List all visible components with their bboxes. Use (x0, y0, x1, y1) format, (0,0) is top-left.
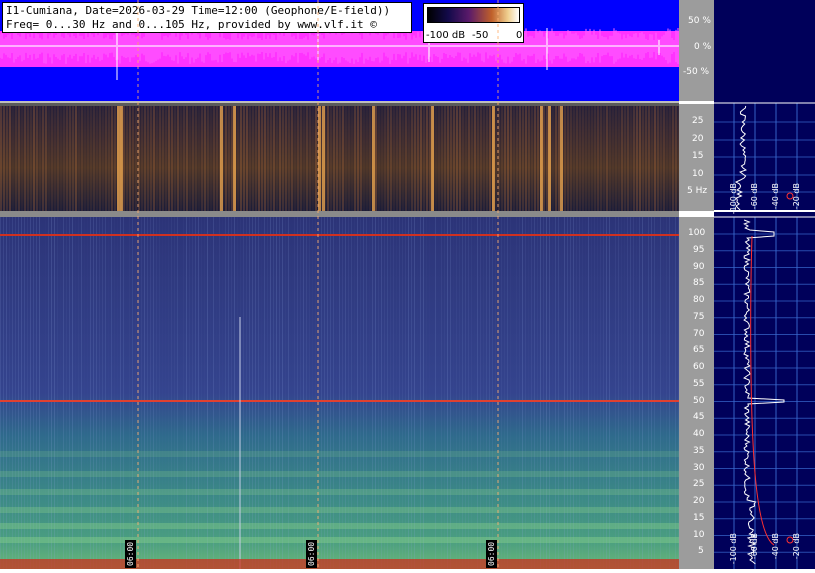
main-axis-tick: 25 (693, 479, 705, 490)
spectrum-main-curve (743, 219, 785, 565)
main-axis-tick: 30 (693, 462, 705, 473)
main-axis-tick: 20 (693, 496, 705, 506)
main-axis-tick: 15 (693, 512, 705, 523)
top-axis-tick: 20 (692, 134, 704, 144)
rp-top-label-1: -100 dB (729, 183, 738, 215)
main-axis-tick: 10 (693, 529, 705, 540)
main-axis-tick: 40 (693, 429, 705, 439)
main-axis-tick: 100 (688, 228, 706, 238)
main-axis-tick: 55 (693, 378, 705, 389)
top-axis-tick: 15 (692, 151, 704, 161)
main-axis-tick: 70 (693, 328, 705, 339)
wave-axis-0: 0 % (694, 42, 712, 52)
main-axis-tick: 85 (693, 278, 705, 289)
main-axis-tick: 5 (698, 546, 704, 557)
main-axis-tick: 35 (693, 445, 705, 456)
main-axis-tick: 65 (693, 345, 705, 356)
rp-top-label-4: -20 dB (792, 183, 801, 210)
top-axis-tick: 10 (692, 169, 704, 179)
time-marker-3: 06:00 (486, 540, 497, 568)
wave-axis-50: 50 % (688, 16, 711, 26)
main-axis-tick: 80 (693, 295, 705, 305)
frequency-axis: 50 % 0 % -50 % 25 20 15 10 5 Hz 100 95 90 85 80 7… (679, 0, 714, 569)
time-marker-1: 06:00 (125, 540, 136, 568)
rp-top-label-2: -60 dB (750, 183, 759, 210)
main-axis-tick: 60 (693, 362, 705, 372)
main-axis-tick: 90 (693, 261, 705, 272)
rp-bottom-label-1: -100 dB (729, 533, 738, 565)
main-axis-tick: 50 (693, 395, 705, 406)
rp-bottom-label-3: -40 dB (771, 533, 780, 560)
spectrum-profile-panel: -100 dB -60 dB -40 dB -20 dB -100 dB -60… (714, 0, 815, 569)
rp-bottom-label-4: -20 dB (792, 533, 801, 560)
hour-grid (137, 0, 499, 569)
wave-axis-minus50: -50 % (683, 67, 710, 77)
main-axis-tick: 75 (693, 311, 705, 322)
axis-sep-1 (679, 101, 714, 104)
main-axis-tick: 45 (693, 412, 705, 423)
time-marker-2: 06:00 (306, 540, 317, 568)
rp-bottom-label-2: -60 dB (750, 533, 759, 560)
top-axis-tick: 5 Hz (687, 186, 708, 196)
spectrum-fit-curve (750, 235, 775, 546)
top-axis-tick: 25 (692, 116, 704, 126)
rp-top-label-3: -40 dB (771, 183, 780, 210)
main-axis-tick: 95 (693, 244, 705, 255)
axis-sep-2 (679, 211, 714, 217)
spectrum-profile-plot (714, 102, 815, 569)
